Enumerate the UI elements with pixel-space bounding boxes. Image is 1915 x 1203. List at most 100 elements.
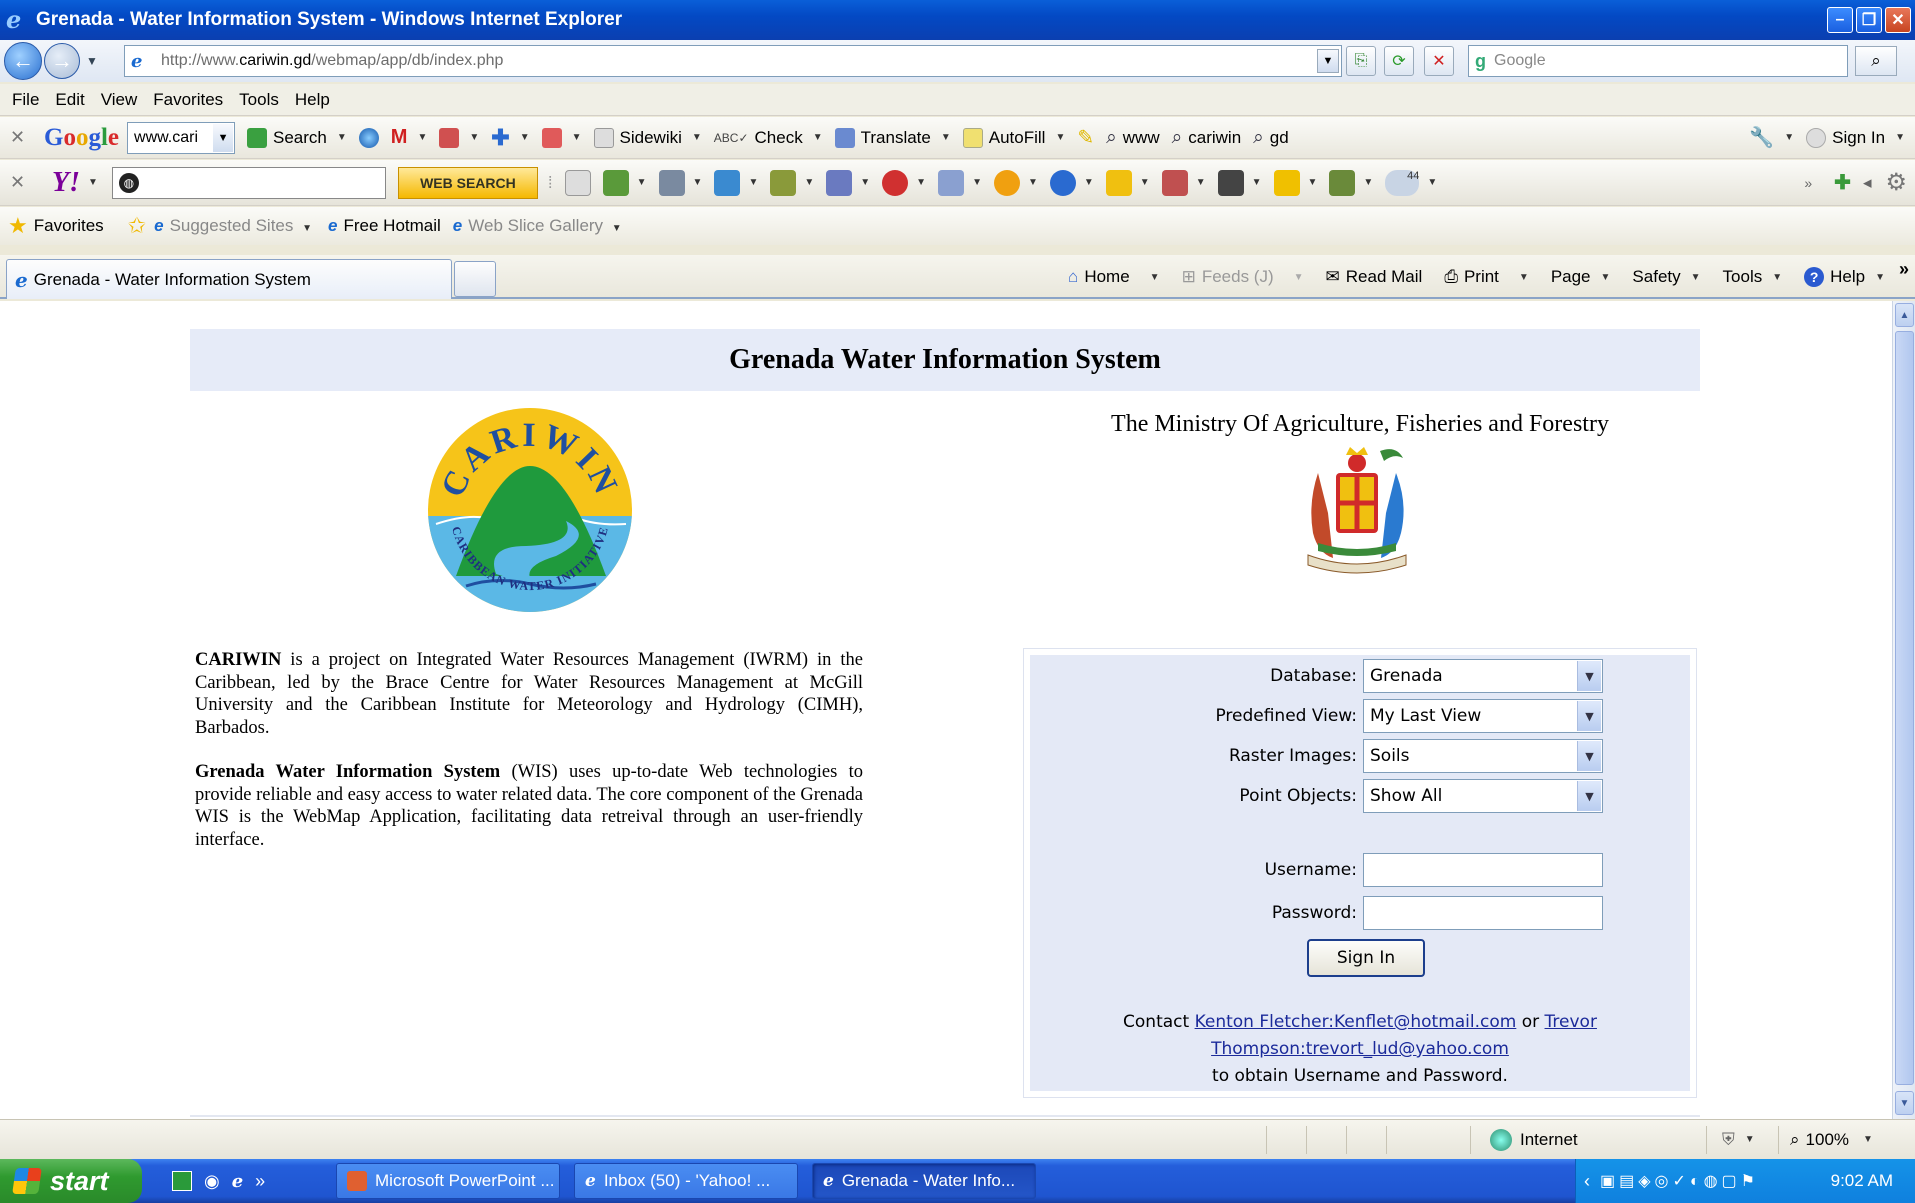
yahoo-search-input[interactable]: ◍ xyxy=(111,166,386,199)
collapse-icon[interactable]: ◂ xyxy=(1863,173,1872,193)
gear-icon[interactable]: ⚙ xyxy=(1885,168,1907,197)
close-toolbar-icon[interactable]: ✕ xyxy=(10,127,28,148)
safety-menu-button[interactable]: Safety ▼ xyxy=(1632,267,1700,287)
page-menu-button[interactable]: Page ▼ xyxy=(1551,267,1611,287)
search-www-button[interactable]: ⌕ www xyxy=(1106,127,1159,149)
protected-mode-button[interactable]: ⛨ ▼ xyxy=(1722,1130,1755,1150)
ebay-icon[interactable] xyxy=(1273,169,1300,196)
scroll-down-icon[interactable]: ▼ xyxy=(1895,1091,1914,1115)
menu-tools[interactable]: Tools xyxy=(239,90,279,110)
vertical-scrollbar[interactable]: ▲ ▼ xyxy=(1892,301,1915,1119)
menu-edit[interactable]: Edit xyxy=(55,90,84,110)
ie-icon[interactable]: e xyxy=(232,1171,243,1192)
raster-images-select[interactable]: Soils ▼ xyxy=(1363,739,1603,773)
feeds-button[interactable]: ⊞ Feeds (J) ▼ xyxy=(1182,267,1304,287)
yahoo-tool-icon[interactable] xyxy=(1329,169,1356,196)
yahoo-tool-icon[interactable] xyxy=(938,169,965,196)
security-zone[interactable]: Internet xyxy=(1490,1128,1578,1151)
desktop-icon[interactable] xyxy=(172,1170,192,1191)
task-powerpoint[interactable]: Microsoft PowerPoint ... xyxy=(336,1163,560,1199)
window-titlebar[interactable]: e Grenada - Water Information System - W… xyxy=(0,0,1915,40)
more-quicklaunch-icon[interactable]: » xyxy=(255,1171,265,1192)
yahoo-tool-icon[interactable] xyxy=(714,169,741,196)
start-button[interactable]: start xyxy=(0,1159,142,1203)
stop-button[interactable]: ✕ xyxy=(1424,46,1454,76)
chevron-down-icon[interactable]: ▼ xyxy=(213,123,234,152)
translate-button[interactable]: Translate ▼ xyxy=(834,127,951,148)
yahoo-tool-icon[interactable] xyxy=(1049,169,1076,196)
search-button[interactable]: ⌕ xyxy=(1855,46,1897,76)
yahoo-logo[interactable]: Y! xyxy=(52,167,80,199)
menu-help[interactable]: Help xyxy=(295,90,330,110)
yahoo-tool-icon[interactable] xyxy=(882,169,909,196)
star-icon[interactable] xyxy=(1105,169,1132,196)
settings-wrench-button[interactable]: 🔧 ▼ xyxy=(1749,125,1794,150)
yahoo-tool-icon[interactable] xyxy=(1161,169,1188,196)
app-icon[interactable]: ◉ xyxy=(204,1171,220,1192)
back-button[interactable]: ← xyxy=(4,42,42,80)
google-search-input[interactable]: www.cari ▼ xyxy=(127,121,236,154)
contact-link-trevor-email[interactable]: Thompson:trevort_lud@yahoo.com xyxy=(1211,1039,1509,1059)
minimize-button[interactable]: – xyxy=(1827,7,1853,33)
yahoo-tool-icon[interactable] xyxy=(770,169,797,196)
url-text[interactable]: http://www.cariwin.gd/webmap/app/db/inde… xyxy=(161,52,503,70)
yahoo-tool-icon[interactable] xyxy=(658,169,685,196)
help-menu-button[interactable]: ? Help ▼ xyxy=(1804,267,1885,287)
task-grenada-wis[interactable]: e Grenada - Water Info... xyxy=(812,1163,1036,1199)
suggested-sites-link[interactable]: Suggested Sites ▼ xyxy=(170,216,312,236)
close-toolbar-icon[interactable]: ✕ xyxy=(10,172,28,193)
add-favorites-icon[interactable]: ✩ xyxy=(128,213,146,239)
search-cariwin-button[interactable]: ⌕ cariwin xyxy=(1172,127,1242,149)
search-gd-button[interactable]: ⌕ gd xyxy=(1253,127,1289,149)
scroll-thumb[interactable] xyxy=(1895,331,1914,1085)
username-field[interactable] xyxy=(1363,853,1603,887)
new-tab-button[interactable] xyxy=(454,261,496,297)
home-button[interactable]: ⌂ Home ▼ xyxy=(1068,267,1160,287)
password-field[interactable] xyxy=(1363,896,1603,930)
yahoo-tool-icon[interactable] xyxy=(1217,169,1244,196)
point-objects-select[interactable]: Show All ▼ xyxy=(1363,779,1603,813)
add-icon[interactable]: ✚ xyxy=(1834,170,1851,195)
add-button[interactable]: ✚ ▼ xyxy=(491,125,529,151)
tools-menu-button[interactable]: Tools ▼ xyxy=(1723,267,1783,287)
menu-favorites[interactable]: Favorites xyxy=(153,90,223,110)
recent-pages-dropdown[interactable]: ▼ xyxy=(86,54,98,68)
favorites-button[interactable]: Favorites xyxy=(34,216,104,236)
address-bar[interactable]: e http://www.cariwin.gd/webmap/app/db/in… xyxy=(124,45,1342,77)
yahoo-tool-icon[interactable] xyxy=(602,169,629,196)
forward-button[interactable]: → xyxy=(44,43,80,79)
contact-link-trevor[interactable]: Trevor xyxy=(1545,1012,1597,1032)
read-mail-button[interactable]: ✉ Read Mail xyxy=(1326,267,1423,287)
print-button[interactable]: ⎙ Print ▼ xyxy=(1444,267,1528,287)
tray-expand-icon[interactable]: ‹ xyxy=(1584,1171,1590,1192)
menu-view[interactable]: View xyxy=(101,90,138,110)
bookmarks-button[interactable]: ▼ xyxy=(439,127,479,148)
google-signin-button[interactable]: Sign In ▼ xyxy=(1806,127,1905,148)
task-yahoo-inbox[interactable]: e Inbox (50) - 'Yahoo! ... xyxy=(574,1163,798,1199)
gmail-button[interactable]: M ▼ xyxy=(391,126,428,149)
yahoo-tool-icon[interactable] xyxy=(826,169,853,196)
popup-blocker-button[interactable]: ▼ xyxy=(541,127,582,148)
restore-button[interactable]: ❐ xyxy=(1856,7,1882,33)
more-commands-icon[interactable]: » xyxy=(1899,259,1909,280)
weather-icon[interactable]: 44 xyxy=(1385,169,1420,196)
autofill-button[interactable]: AutoFill ▼ xyxy=(962,127,1065,148)
search-input[interactable]: g Google xyxy=(1468,45,1848,77)
google-search-button[interactable]: Search ▼ xyxy=(247,127,347,148)
yahoo-web-search-button[interactable]: WEB SEARCH xyxy=(397,166,538,199)
yahoo-tool-icon[interactable] xyxy=(993,169,1020,196)
more-tools-icon[interactable]: » xyxy=(1804,175,1812,191)
predefined-view-select[interactable]: My Last View ▼ xyxy=(1363,699,1603,733)
sign-in-button[interactable]: Sign In xyxy=(1307,939,1425,977)
menu-file[interactable]: File xyxy=(12,90,39,110)
yahoo-tool-icon[interactable] xyxy=(564,169,591,196)
highlight-button[interactable]: ✎ xyxy=(1077,125,1094,150)
check-button[interactable]: ABC✓ Check ▼ xyxy=(714,128,823,148)
tray-icons[interactable]: ▣▤◈◎✓◐◍▢⚑ xyxy=(1600,1171,1759,1191)
sidewiki-button[interactable]: Sidewiki ▼ xyxy=(593,127,702,148)
free-hotmail-link[interactable]: Free Hotmail xyxy=(343,216,440,236)
address-dropdown[interactable]: ▼ xyxy=(1317,49,1339,73)
clock[interactable]: 9:02 AM xyxy=(1831,1171,1893,1191)
close-button[interactable]: ✕ xyxy=(1885,7,1911,33)
globe-button[interactable] xyxy=(358,127,379,148)
